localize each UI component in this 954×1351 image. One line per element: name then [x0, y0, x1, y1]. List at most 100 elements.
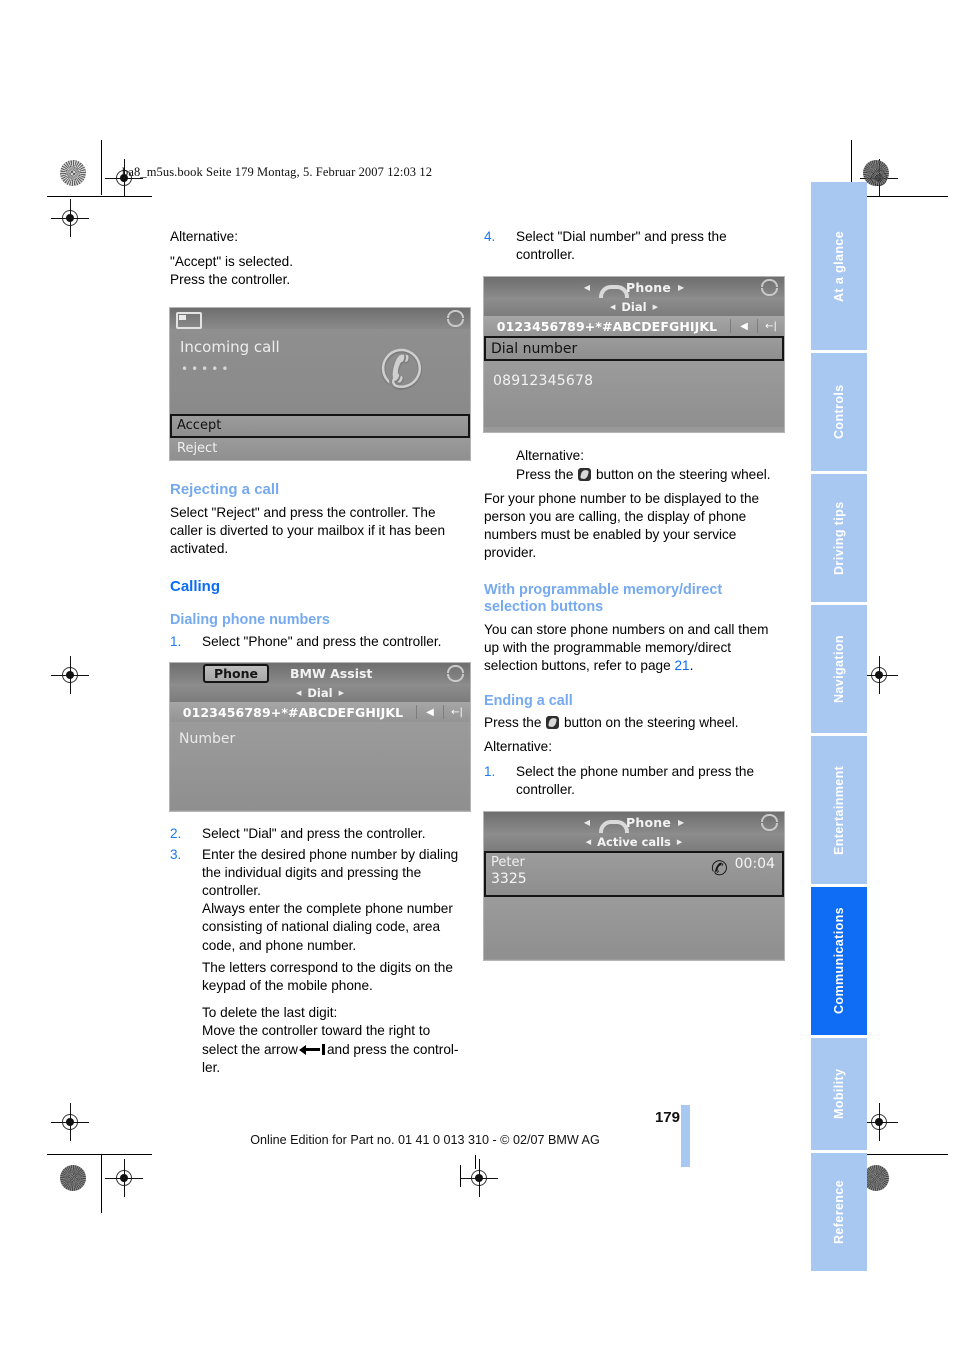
- tab-phone[interactable]: Phone: [202, 664, 270, 684]
- step-3: 3. Enter the desired phone number by dia…: [170, 846, 470, 901]
- alternative-press-b: button on the steering wheel.: [595, 466, 771, 482]
- sidebar-tab-navigation[interactable]: Navigation: [811, 605, 867, 733]
- page-reference-link[interactable]: 21: [674, 658, 689, 673]
- screenshot-incoming-call: Incoming call ••••• ✆ Accept Reject: [170, 307, 470, 460]
- alternative-press-a: Press the: [516, 466, 574, 482]
- screenshot-dial-number: ◀ Phone ▶ ◀ Dial ▶ 0123456789+*#ABCDEFGH…: [484, 277, 784, 433]
- step-3-number: 3.: [170, 846, 182, 862]
- back-arrow-icon: [298, 1043, 325, 1055]
- heading-calling: Calling: [170, 578, 221, 596]
- sidebar-tab-mobility[interactable]: Mobility: [811, 1038, 867, 1150]
- dial-number-row[interactable]: Dial number: [484, 336, 784, 362]
- chevron-right-icon[interactable]: ▶: [678, 818, 684, 827]
- sidebar-tab-communications[interactable]: Communications: [811, 887, 867, 1035]
- sidebar-tab-label: Mobility: [832, 1068, 846, 1120]
- entered-number: 08912345678: [493, 373, 594, 390]
- registration-mark: [860, 1103, 898, 1141]
- phone-titlebar: ◀ Phone ▶: [484, 277, 784, 299]
- keyboard-characters[interactable]: 0123456789+*#ABCDEFGHIJKL: [174, 705, 412, 720]
- chevron-left-icon[interactable]: ◀: [296, 689, 301, 697]
- phone-title: Phone: [625, 815, 672, 831]
- number-field-area[interactable]: Number: [170, 722, 470, 811]
- heading-rejecting-a-call: Rejecting a call: [170, 480, 280, 498]
- active-call-row[interactable]: Peter 3325 ✆ 00:04: [484, 851, 784, 898]
- keyboard-characters[interactable]: 0123456789+*#ABCDEFGHIJKL: [488, 319, 726, 334]
- phone-title: Phone: [625, 280, 672, 296]
- idrive-controller-icon: [447, 309, 464, 327]
- accept-row[interactable]: Accept: [170, 413, 470, 438]
- reject-row[interactable]: Reject: [170, 437, 470, 460]
- submenu-dial-bar[interactable]: ◀ Dial ▶: [170, 684, 470, 703]
- divider: [416, 705, 417, 720]
- sidebar-tab-label: Driving tips: [832, 501, 846, 575]
- memory-buttons-body: You can store phone numbers on and call …: [484, 621, 784, 676]
- character-keyboard-row[interactable]: 0123456789+*#ABCDEFGHIJKL ◀ ←|: [484, 316, 784, 337]
- step-3-delete-line4: ler.: [202, 1059, 221, 1075]
- keyboard-left-icon[interactable]: ◀: [421, 707, 439, 718]
- step-2-text: Select "Dial" and press the controller.: [202, 826, 426, 842]
- steering-wheel-phone-button-icon: [578, 467, 592, 481]
- sidebar-tab-reference[interactable]: Reference: [811, 1153, 867, 1271]
- backspace-icon[interactable]: ←|: [762, 321, 780, 332]
- dial-number-steps: 4. Select "Dial number" and press the co…: [484, 228, 784, 264]
- reject-label: Reject: [177, 441, 218, 457]
- dialing-steps-part1: 1. Select "Phone" and press the controll…: [170, 633, 470, 651]
- ending-alternative-label: Alternative:: [484, 739, 553, 755]
- sidebar-tab-controls[interactable]: Controls: [811, 353, 867, 471]
- accept-label: Accept: [177, 418, 222, 434]
- sidebar-tab-driving-tips[interactable]: Driving tips: [811, 474, 867, 602]
- submenu-dial-label: Dial: [307, 686, 333, 701]
- screenshot-active-calls: ◀ Phone ▶ ◀ Active calls ▶ Peter 3325 ✆ …: [484, 812, 784, 961]
- divider: [730, 319, 731, 334]
- service-provider-note: For your phone number to be displayed to…: [484, 490, 760, 561]
- incoming-call-title: Incoming call: [180, 337, 280, 356]
- figure-id: [776, 948, 782, 950]
- chevron-right-icon[interactable]: ▶: [677, 838, 682, 846]
- idrive-controller-icon: [447, 665, 464, 683]
- character-keyboard-row[interactable]: 0123456789+*#ABCDEFGHIJKL ◀ ←|: [170, 702, 470, 723]
- heading-dialing-phone-numbers: Dialing phone numbers: [170, 612, 330, 629]
- chevron-right-icon[interactable]: ▶: [678, 283, 684, 292]
- heading-ending-a-call: Ending a call: [484, 693, 573, 710]
- sidebar-tab-at-a-glance[interactable]: At a glance: [811, 182, 867, 350]
- ending-step-1-text: Select the phone number and press the co…: [516, 763, 755, 797]
- number-field-label: Number: [179, 731, 236, 748]
- submenu-active-calls-bar[interactable]: ◀ Active calls ▶: [484, 833, 784, 852]
- keyboard-left-icon[interactable]: ◀: [735, 321, 753, 332]
- ending-step-1-number: 1.: [484, 763, 496, 779]
- chevron-right-icon[interactable]: ▶: [339, 689, 344, 697]
- chevron-left-icon[interactable]: ◀: [584, 283, 590, 292]
- backspace-icon[interactable]: ←|: [448, 707, 466, 718]
- registration-mark: [51, 656, 89, 694]
- alternative-label: Alternative:: [170, 229, 239, 244]
- step-3-delete-line3: select the arrow and press the control-: [170, 1041, 470, 1059]
- sidebar-tab-label: Navigation: [832, 635, 846, 703]
- phone-handset-icon: [597, 816, 629, 834]
- figure-id: [462, 450, 468, 452]
- rejecting-body: Select "Reject" and press the controller…: [170, 504, 446, 557]
- caller-masked: •••••: [181, 361, 232, 376]
- density-patch: [60, 160, 86, 186]
- manual-page: ba8_m5us.book Seite 179 Montag, 5. Febru…: [0, 0, 954, 1351]
- chevron-left-icon[interactable]: ◀: [586, 838, 591, 846]
- chevron-left-icon[interactable]: ◀: [584, 818, 590, 827]
- sidebar-tab-label: Entertainment: [832, 765, 846, 855]
- sidebar-tab-entertainment[interactable]: Entertainment: [811, 736, 867, 884]
- entered-number-area: 08912345678: [484, 361, 784, 428]
- chevron-left-icon[interactable]: ◀: [610, 303, 615, 311]
- chapter-tab-rail: At a glance Controls Driving tips Naviga…: [811, 182, 867, 1274]
- figure-id: [776, 421, 782, 423]
- active-call-number: 3325: [491, 871, 527, 888]
- submenu-dial-bar[interactable]: ◀ Dial ▶: [484, 298, 784, 317]
- right-column: 4. Select "Dial number" and press the co…: [484, 228, 784, 961]
- memory-buttons-body-a: You can store phone numbers on and call …: [484, 621, 769, 674]
- bmw-assist-titlebar: Phone BMW Assist: [170, 663, 470, 685]
- ending-press-line: Press the button on the steering wheel.: [484, 714, 784, 732]
- step-1: 1. Select "Phone" and press the controll…: [170, 633, 470, 651]
- ending-press-a: Press the: [484, 715, 542, 731]
- press-controller-text: Press the controller.: [170, 272, 291, 288]
- sidebar-tab-label: Communications: [832, 907, 846, 1015]
- tab-bmw-assist[interactable]: BMW Assist: [290, 666, 372, 681]
- chevron-right-icon[interactable]: ▶: [653, 303, 658, 311]
- dialing-steps-part2: 2. Select "Dial" and press the controlle…: [170, 825, 470, 900]
